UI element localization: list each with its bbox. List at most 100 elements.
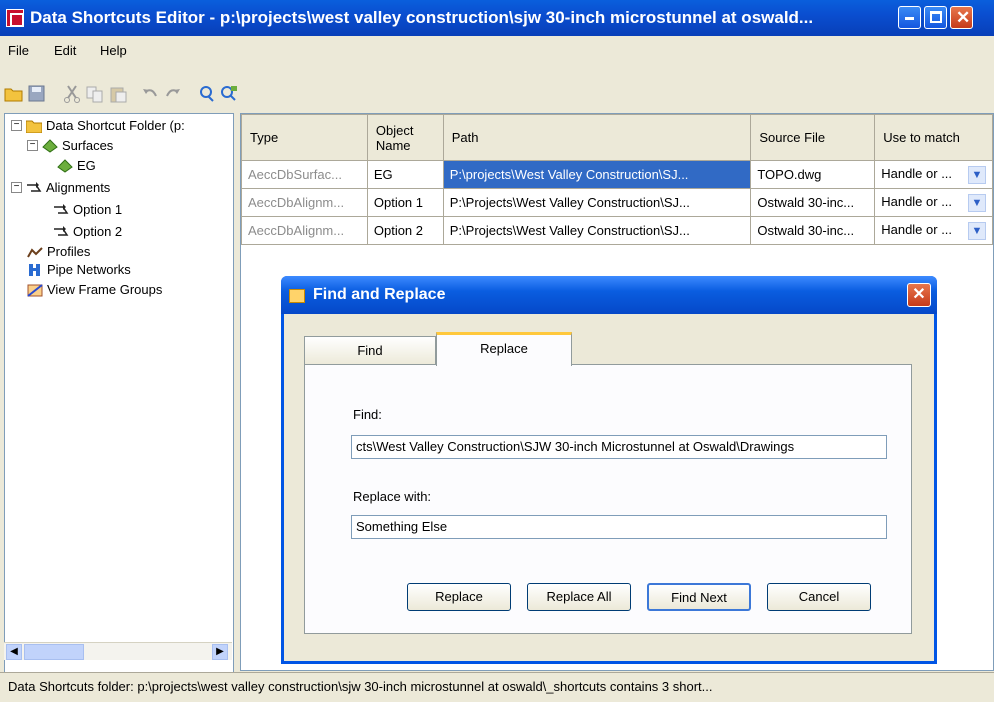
tree-horizontal-scrollbar[interactable]: ◀ ▶ xyxy=(4,642,232,660)
menu-bar: File Edit Help xyxy=(0,36,994,81)
cell-use-to-match-value: Handle or ... xyxy=(881,165,953,181)
cell-object-name[interactable]: EG xyxy=(366,160,444,189)
tree-eg-label: EG xyxy=(77,158,96,173)
tree-option-1-label: Option 1 xyxy=(73,202,123,217)
cell-use-to-match-value: Handle or ... xyxy=(881,221,953,237)
paste-icon[interactable] xyxy=(108,84,128,104)
view-frame-icon xyxy=(27,283,43,297)
cell-source-file[interactable]: Ostwald 30-inc... xyxy=(750,188,876,217)
tree-pipe-networks[interactable]: Pipe Networks xyxy=(27,262,131,277)
cell-type[interactable]: AeccDbSurfac... xyxy=(241,160,368,189)
tree-alignments[interactable]: − Alignments xyxy=(11,180,110,195)
dropdown-arrow-icon[interactable]: ▼ xyxy=(968,165,986,184)
collapse-icon[interactable]: − xyxy=(27,140,38,151)
alignment-icon xyxy=(53,225,69,239)
table-row[interactable]: AeccDbSurfac... EG P:\projects\West Vall… xyxy=(241,160,993,189)
undo-icon[interactable] xyxy=(140,84,160,104)
menu-file[interactable]: File xyxy=(8,43,29,58)
tree-view-frame-groups-label: View Frame Groups xyxy=(47,282,163,297)
cell-type[interactable]: AeccDbAlignm... xyxy=(241,188,368,217)
surface-icon xyxy=(57,158,73,173)
tree-view-frame-groups[interactable]: View Frame Groups xyxy=(27,282,162,297)
pipe-network-icon xyxy=(27,263,43,277)
dialog-title-bar[interactable]: Find and Replace ✕ xyxy=(281,276,937,314)
column-header-object-name[interactable]: Object Name xyxy=(366,114,444,161)
cell-type[interactable]: AeccDbAlignm... xyxy=(241,216,368,245)
tree-surfaces[interactable]: − Surfaces xyxy=(27,138,113,153)
profile-icon xyxy=(27,245,43,259)
tree-view[interactable]: − Data Shortcut Folder (p: − Surfaces EG… xyxy=(4,113,234,673)
cell-source-file[interactable]: TOPO.dwg xyxy=(750,160,876,189)
tree-option-1[interactable]: Option 1 xyxy=(53,202,122,217)
dropdown-arrow-icon[interactable]: ▼ xyxy=(968,221,986,240)
column-header-path[interactable]: Path xyxy=(442,114,752,161)
dialog-close-button[interactable]: ✕ xyxy=(907,283,931,307)
cell-use-to-match-value: Handle or ... xyxy=(881,193,953,209)
open-folder-icon[interactable] xyxy=(4,84,24,104)
tree-profiles[interactable]: Profiles xyxy=(27,244,90,259)
app-icon xyxy=(6,9,24,27)
tree-pipe-networks-label: Pipe Networks xyxy=(47,262,131,277)
replace-with-label: Replace with: xyxy=(353,489,432,504)
cell-object-name[interactable]: Option 2 xyxy=(366,216,444,245)
dropdown-arrow-icon[interactable]: ▼ xyxy=(968,193,986,212)
table-row[interactable]: AeccDbAlignm... Option 2 P:\Projects\Wes… xyxy=(241,216,993,245)
tree-profiles-label: Profiles xyxy=(47,244,91,259)
window-title: Data Shortcuts Editor - p:\projects\west… xyxy=(30,8,814,27)
menu-help[interactable]: Help xyxy=(100,43,127,58)
column-header-type[interactable]: Type xyxy=(241,114,368,161)
dialog-app-icon xyxy=(289,289,305,303)
scroll-right-icon[interactable]: ▶ xyxy=(212,644,228,660)
cell-use-to-match[interactable]: Handle or ... ▼ xyxy=(874,216,993,245)
title-bar: Data Shortcuts Editor - p:\projects\west… xyxy=(0,0,994,36)
folder-icon xyxy=(25,119,43,133)
shortcuts-table: Type Object Name Path Source File Use to… xyxy=(241,114,993,245)
alignment-icon xyxy=(53,203,69,217)
replace-with-input[interactable]: Something Else xyxy=(351,515,887,539)
cell-path[interactable]: P:\Projects\West Valley Construction\SJ.… xyxy=(442,216,752,245)
dialog-body: Find Find: cts\West Valley Construction\… xyxy=(284,314,934,661)
find-label: Find: xyxy=(353,407,382,422)
cancel-button[interactable]: Cancel xyxy=(767,583,871,611)
tree-option-2-label: Option 2 xyxy=(73,224,123,239)
replace-tab-panel: Find: cts\West Valley Construction\SJW 3… xyxy=(304,364,912,634)
table-row[interactable]: AeccDbAlignm... Option 1 P:\Projects\Wes… xyxy=(241,188,993,217)
close-button[interactable]: ✕ xyxy=(950,6,973,29)
cut-icon[interactable] xyxy=(62,84,82,104)
find-icon[interactable] xyxy=(196,84,216,104)
copy-icon[interactable] xyxy=(85,84,105,104)
data-shortcuts-editor-window: Data Shortcuts Editor - p:\projects\west… xyxy=(0,0,994,702)
alignment-icon xyxy=(26,181,42,195)
tree-root[interactable]: − Data Shortcut Folder (p: xyxy=(11,118,185,133)
cell-use-to-match[interactable]: Handle or ... ▼ xyxy=(874,160,993,189)
find-next-button[interactable]: Find Next xyxy=(647,583,751,611)
replace-button[interactable]: Replace xyxy=(407,583,511,611)
cell-object-name[interactable]: Option 1 xyxy=(366,188,444,217)
find-replace-dialog: Find and Replace ✕ Find Find: cts\West V… xyxy=(281,276,937,664)
find-replace-icon[interactable] xyxy=(219,84,239,104)
tree-option-2[interactable]: Option 2 xyxy=(53,224,122,239)
cell-use-to-match[interactable]: Handle or ... ▼ xyxy=(874,188,993,217)
save-icon[interactable] xyxy=(27,84,47,104)
minimize-button[interactable] xyxy=(898,6,921,29)
scroll-thumb[interactable] xyxy=(24,644,84,660)
collapse-icon[interactable]: − xyxy=(11,182,22,193)
table-header-row: Type Object Name Path Source File Use to… xyxy=(241,114,993,161)
cell-path[interactable]: P:\Projects\West Valley Construction\SJ.… xyxy=(442,188,752,217)
scroll-left-icon[interactable]: ◀ xyxy=(6,644,22,660)
cell-source-file[interactable]: Ostwald 30-inc... xyxy=(750,216,876,245)
tab-find[interactable]: Find xyxy=(304,336,436,365)
tab-replace[interactable]: Replace xyxy=(436,332,572,366)
tree-alignments-label: Alignments xyxy=(46,180,111,195)
redo-icon[interactable] xyxy=(163,84,183,104)
collapse-icon[interactable]: − xyxy=(11,120,22,131)
replace-all-button[interactable]: Replace All xyxy=(527,583,631,611)
cell-path[interactable]: P:\projects\West Valley Construction\SJ.… xyxy=(442,160,752,189)
column-header-use-to-match[interactable]: Use to match xyxy=(874,114,993,161)
tree-eg[interactable]: EG xyxy=(57,158,96,173)
column-header-source-file[interactable]: Source File xyxy=(750,114,876,161)
tree-root-label: Data Shortcut Folder (p: xyxy=(46,118,185,133)
maximize-button[interactable] xyxy=(924,6,947,29)
find-input[interactable]: cts\West Valley Construction\SJW 30-inch… xyxy=(351,435,887,459)
menu-edit[interactable]: Edit xyxy=(54,43,76,58)
